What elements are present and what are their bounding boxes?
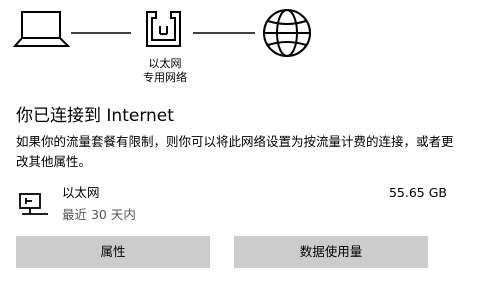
network-diagram-graphic — [12, 9, 311, 57]
usage-amount: 55.65 GB — [388, 185, 447, 200]
connection-status-description: 如果你的流量套餐有限制，则你可以将此网络设置为按流量计费的连接，或者更改其他属性… — [16, 134, 454, 169]
ethernet-port-icon — [146, 11, 181, 47]
usage-adapter-name: 以太网 — [62, 185, 100, 200]
properties-button[interactable]: 属性 — [16, 236, 210, 268]
connection-status-title: 你已连接到 Internet — [16, 106, 174, 126]
adapter-name-label: 以太网 — [148, 57, 182, 70]
network-monitor-icon — [19, 193, 48, 215]
usage-period: 最近 30 天内 — [62, 207, 136, 222]
network-status-diagram: 以太网 专用网络 — [0, 0, 481, 100]
data-usage-button[interactable]: 数据使用量 — [234, 236, 428, 268]
globe-icon — [263, 9, 311, 57]
laptop-icon — [12, 11, 71, 47]
adapter-network-type-label: 专用网络 — [143, 71, 187, 84]
data-usage-row: 以太网 最近 30 天内 55.65 GB — [16, 184, 447, 224]
